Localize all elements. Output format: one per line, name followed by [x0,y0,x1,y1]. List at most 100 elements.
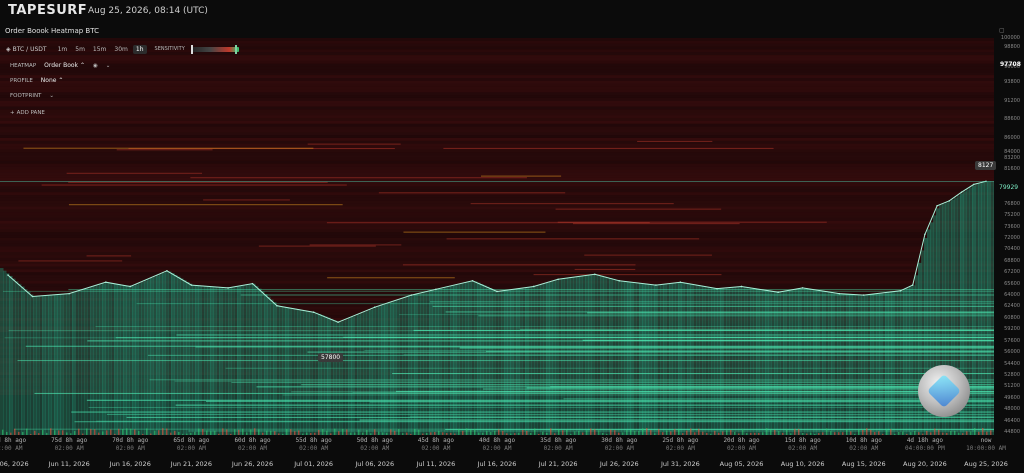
sensitivity-max-handle[interactable] [234,44,237,54]
ask-liquidity-line [446,238,700,240]
bid-column [27,291,31,435]
y-tick-label: 65600 [1004,280,1020,287]
bid-column [366,310,370,435]
ask-liquidity-line [555,208,722,210]
bid-liquidity-line [359,419,994,421]
bid-column [150,278,154,435]
y-tick-label: 49600 [1004,394,1020,401]
ask-liquidity-line [203,199,290,201]
x-tick-ago: 25d 8h ago [662,437,699,444]
bid-liquidity-line [106,413,994,415]
bid-column [3,270,7,435]
ask-liquidity-line [470,203,674,205]
profile-row: PROFILE None ⌃ [10,77,63,84]
ask-band [0,255,994,258]
ask-liquidity-line [23,147,314,149]
bid-column [516,288,520,435]
volume-bar [126,428,128,435]
ask-band [0,177,994,181]
volume-bar [534,428,536,435]
bid-column [606,277,610,435]
bid-column [84,288,88,435]
x-tick-time: 02:00 AM [665,445,695,452]
bid-column [423,292,427,435]
bid-column [48,295,52,435]
price-point [936,204,938,207]
y-tick-label: 46400 [1004,417,1020,424]
x-tick-label: 55d 8h ago 02:00 AM [296,437,332,453]
plus-icon: + [10,110,15,116]
chevron-down-icon[interactable]: ⌄ [106,63,111,69]
heatmap-select[interactable]: Order Book ⌃ [44,62,85,69]
y-tick-label: 67200 [1004,269,1020,276]
volume-bar [50,428,52,435]
brand-logo[interactable]: TAPESURF [8,3,87,18]
y-tick-label: 62400 [1004,303,1020,310]
x-tick-ago: 45d 8h ago [417,437,454,444]
timeframe-1h[interactable]: 1h [132,44,147,54]
ask-band [0,260,994,264]
watermark-logo [918,365,970,417]
bid-liquidity-line [68,289,994,291]
x-tick-ago: 4d 18h ago [906,437,943,444]
fullscreen-icon[interactable]: ▢ [999,27,1005,34]
sensitivity-min-handle[interactable] [190,44,193,54]
bid-column [873,293,877,435]
low-price-tag: 57800 [318,353,344,362]
footprint-chevron-icon[interactable]: ⌄ [49,93,54,99]
pair-selector[interactable]: ◈ BTC / USDT [6,46,47,53]
volume-bar [146,428,148,435]
price-axis[interactable]: 1000009880097708960009380091200886008600… [994,35,1024,435]
x-tick-label: 30d 8h ago 02:00 AM [601,437,637,453]
timeframe-1m[interactable]: 1m [55,45,71,54]
ask-band [0,232,994,236]
ask-band [0,38,994,41]
bid-column [990,181,994,435]
volume-bar [866,428,868,435]
y-tick-label: 64000 [1004,292,1020,299]
bid-column [813,289,817,435]
bid-column [180,278,184,435]
bid-liquidity-line [8,330,994,332]
timeframe-15m[interactable]: 15m [90,45,109,54]
bid-column [717,288,721,435]
bid-column [45,295,49,435]
ask-band [0,252,994,256]
bid-column [750,287,754,435]
volume-bar [642,428,644,435]
timeframe-5m[interactable]: 5m [72,45,88,54]
bid-column [888,292,892,435]
bid-column [306,310,310,435]
y-tick-label: 68800 [1004,257,1020,264]
bid-column [87,288,91,435]
x-date-label: Aug 20, 2026 [903,460,947,468]
x-tick-label: 60d 8h ago 02:00 AM [234,437,270,453]
timeframe-30m[interactable]: 30m [111,45,130,54]
add-pane-button[interactable]: + ADD PANE [10,110,45,116]
bid-column [732,287,736,435]
ask-liquidity-line [116,149,213,151]
time-axis[interactable]: 80d 8h ago02:00 AMJun 06, 202675d 8h ago… [0,435,1008,473]
bid-column [885,292,889,435]
ask-band [0,163,994,167]
sensitivity-slider[interactable] [190,44,239,54]
profile-select[interactable]: None ⌃ [41,77,64,84]
ask-band [0,186,994,190]
bid-liquidity-line [176,334,994,336]
footprint-row[interactable]: FOOTPRINT ⌄ [10,93,54,99]
ask-band [0,249,994,253]
bid-liquidity-line [352,392,994,394]
x-tick-time: 10:00:00 AM [966,445,1006,452]
ask-liquidity-line [443,147,774,149]
ask-liquidity-line [41,184,347,186]
bid-column [258,288,262,435]
heatmap-chart[interactable] [0,38,994,435]
eye-icon[interactable]: ◉ [93,63,98,69]
chart-toolbar: ◈ BTC / USDT 1m 5m 15m 30m 1h SENSITIVIT… [6,43,239,55]
x-date-label: Jun 21, 2026 [170,460,212,468]
price-point [594,273,596,276]
price-point [31,295,34,298]
x-date-label: Jul 06, 2026 [355,460,395,468]
ask-liquidity-line [403,231,546,233]
bid-column [12,278,16,435]
